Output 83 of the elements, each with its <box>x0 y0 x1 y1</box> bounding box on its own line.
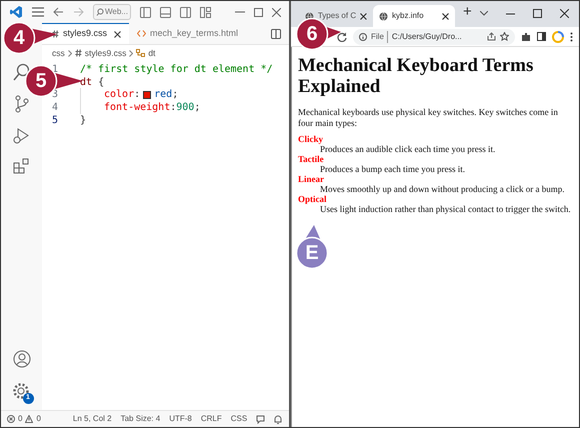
close-tab-icon[interactable] <box>360 12 367 20</box>
url-text: C:/Users/Guy/Dro... <box>392 30 462 42</box>
breadcrumb-item[interactable]: css <box>52 46 65 60</box>
callout-number: E <box>304 242 320 264</box>
color-swatch[interactable] <box>143 90 152 99</box>
extensions-icon[interactable] <box>13 158 30 175</box>
close-tab-icon[interactable] <box>114 30 122 38</box>
term-definition: Produces an audible click each time you press it. <box>320 144 496 154</box>
term: Tactile <box>298 154 324 164</box>
close-icon[interactable] <box>272 8 281 16</box>
tab-search-icon[interactable] <box>480 11 488 16</box>
breadcrumb-item[interactable]: styles9.css <box>84 46 126 60</box>
problems-indicator[interactable]: 0 0 <box>7 413 41 425</box>
hash-icon <box>74 49 82 57</box>
chevron-icon <box>129 50 134 56</box>
maximize-icon[interactable] <box>533 9 542 18</box>
line-number: 1 <box>50 62 59 77</box>
code-line: font-weight:900; <box>72 100 200 115</box>
share-icon[interactable] <box>487 32 496 41</box>
minimize-icon[interactable] <box>235 11 245 13</box>
status-item[interactable]: CSS <box>230 413 248 425</box>
scheme-label: File <box>371 30 388 42</box>
minimize-icon[interactable] <box>506 12 515 14</box>
settings-icon[interactable] <box>12 382 30 400</box>
account-icon[interactable] <box>12 350 30 368</box>
globe-icon <box>379 12 388 20</box>
layout-icon[interactable] <box>180 6 191 18</box>
line-number: 5 <box>50 114 59 128</box>
maximize-icon[interactable] <box>254 8 263 16</box>
callout-number: 4 <box>12 27 26 49</box>
code-brackets-icon <box>137 30 146 37</box>
code-line: dt { <box>79 76 104 90</box>
new-tab-button[interactable]: + <box>455 0 480 27</box>
term: Clicky <box>298 134 324 144</box>
term: Optical <box>298 194 326 204</box>
search-icon[interactable] <box>12 63 30 81</box>
app-logo-icon <box>9 5 23 19</box>
bell-icon[interactable] <box>274 414 282 424</box>
status-item[interactable]: UTF-8 <box>169 413 192 425</box>
error-icon <box>7 415 15 423</box>
hash-icon <box>52 30 59 38</box>
close-tab-icon[interactable] <box>442 12 449 20</box>
status-item[interactable]: Tab Size: 4 <box>120 413 160 425</box>
menu-icon[interactable] <box>32 7 44 17</box>
reload-icon[interactable] <box>337 32 347 42</box>
term-definition: Produces a bump each time you press it. <box>320 164 465 174</box>
term-definition: Moves smoothly up and down without producing a click or a bump. <box>320 184 564 194</box>
page-heading: Mechanical Keyboard Terms Explained <box>298 55 534 97</box>
info-icon <box>359 32 367 40</box>
chevron-icon <box>68 50 72 56</box>
layout-icon[interactable] <box>160 6 171 18</box>
star-icon[interactable] <box>500 32 509 41</box>
editor-tab[interactable]: styles9.css <box>42 23 130 44</box>
side-panel-icon[interactable] <box>537 32 546 41</box>
customize-layout-icon[interactable] <box>200 6 211 18</box>
callout-number: 5 <box>34 70 48 92</box>
term-definition: Uses light induction rather than physical contact to trigger the switch. <box>320 204 571 214</box>
command-search-field[interactable]: Web... <box>93 4 131 20</box>
profile-avatar-icon[interactable] <box>552 30 564 42</box>
source-control-icon[interactable] <box>14 95 30 113</box>
extensions-icon[interactable] <box>521 32 531 42</box>
browser-tab[interactable]: kybz.info <box>373 5 455 27</box>
feedback-icon[interactable] <box>256 414 266 424</box>
symbol-structure-icon <box>136 49 146 57</box>
split-editor-icon[interactable] <box>271 29 281 39</box>
line-number: 4 <box>50 100 59 115</box>
search-icon <box>96 8 104 16</box>
code-line: color: red; <box>72 87 178 102</box>
code-line: } <box>79 114 86 128</box>
status-item[interactable]: Ln 5, Col 2 <box>72 413 112 425</box>
term: Linear <box>298 174 324 184</box>
code-line: /* first style for dt element */ <box>79 62 273 77</box>
back-arrow-icon[interactable] <box>53 7 64 17</box>
address-bar[interactable]: File C:/Users/Guy/Dro... <box>353 28 515 44</box>
status-item[interactable]: CRLF <box>200 413 222 425</box>
close-icon[interactable] <box>560 9 569 18</box>
warning-icon <box>25 415 34 423</box>
more-options-icon[interactable] <box>570 32 573 42</box>
run-debug-icon[interactable] <box>13 127 30 144</box>
intro-paragraph: Mechanical keyboards use physical key switches. Key switches come in four main types: <box>298 107 559 128</box>
breadcrumb-item[interactable]: dt <box>148 46 156 60</box>
layout-icon[interactable] <box>140 6 151 18</box>
callout-number: 6 <box>305 23 319 45</box>
